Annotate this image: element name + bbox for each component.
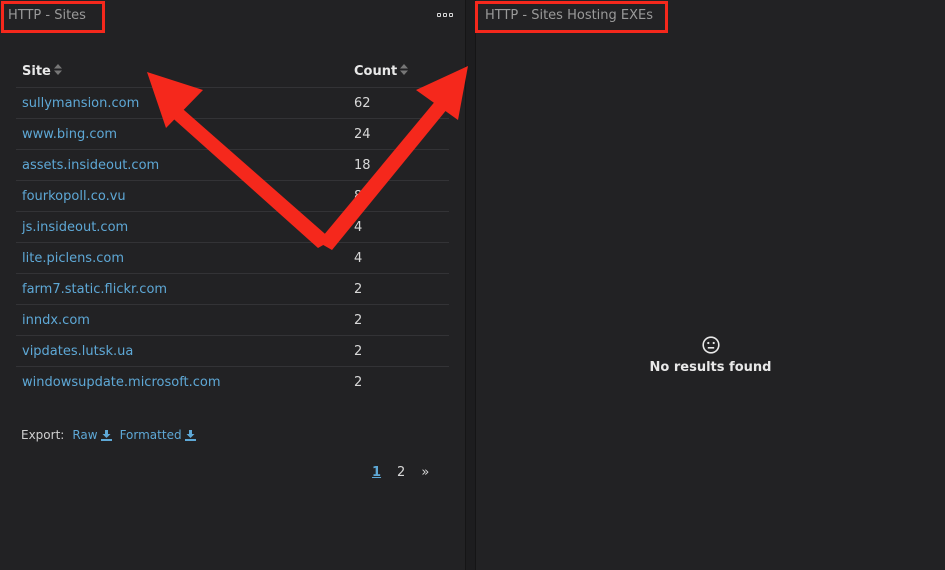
count-cell: 18 [348,149,449,181]
site-link[interactable]: inndx.com [22,313,90,328]
sort-icon [53,64,62,79]
site-cell: inndx.com [16,304,348,336]
export-bar: Export: Raw Formatted [21,428,196,442]
count-cell: 62 [348,87,449,119]
no-results-message: No results found [649,360,772,375]
site-link[interactable]: farm7.static.flickr.com [22,282,167,297]
column-header-label: Site [22,64,51,79]
site-link[interactable]: lite.piclens.com [22,251,124,266]
count-cell: 2 [348,335,449,367]
site-link[interactable]: fourkopoll.co.vu [22,189,126,204]
export-raw-label: Raw [72,428,98,442]
count-cell: 2 [354,374,363,390]
table-row: farm7.static.flickr.com 2 [16,273,449,305]
empty-state: No results found [476,336,945,375]
table-row: vipdates.lutsk.ua 2 [16,335,449,367]
site-cell: farm7.static.flickr.com [16,273,348,305]
site-link[interactable]: www.bing.com [22,127,117,142]
site-cell: windowsupdate.microsoft.com [16,367,348,398]
site-link[interactable]: vipdates.lutsk.ua [22,344,133,359]
download-icon [184,429,196,441]
sites-table: Site Count sullymansion.com 62 www.bing.co… [16,56,449,397]
next-page-link[interactable]: » [421,465,429,480]
site-cell: www.bing.com [16,118,348,150]
count-cell: 8 [348,180,449,212]
table-row: fourkopoll.co.vu 8 [16,180,449,212]
table-row: sullymansion.com 62 [16,87,449,119]
site-cell: vipdates.lutsk.ua [16,335,348,367]
site-cell: fourkopoll.co.vu [16,180,348,212]
site-link[interactable]: js.insideout.com [22,220,128,235]
count-cell: 24 [348,118,449,150]
count-cell: 2 [348,304,449,336]
http-sites-panel: HTTP - Sites Site Count sullymansion.com… [0,0,466,570]
export-formatted-link[interactable]: Formatted [120,428,196,442]
site-column-header[interactable]: Site [16,56,348,88]
table-body: sullymansion.com 62 www.bing.com 24 assets.i… [16,87,449,398]
count-column-header[interactable]: Count [348,56,449,88]
site-link[interactable]: windowsupdate.microsoft.com [22,375,221,390]
panel-title: HTTP - Sites [8,8,86,23]
sort-icon [400,64,409,79]
panel-title: HTTP - Sites Hosting EXEs [485,8,654,23]
table-row: www.bing.com 24 [16,118,449,150]
more-options-icon[interactable] [437,13,455,19]
table-row: windowsupdate.microsoft.com 2 [16,367,449,398]
table-row: js.insideout.com 4 [16,211,449,243]
table-row: assets.insideout.com 18 [16,149,449,181]
site-link[interactable]: sullymansion.com [22,96,139,111]
table-row: lite.piclens.com 4 [16,242,449,274]
site-cell: js.insideout.com [16,211,348,243]
download-icon [100,429,112,441]
http-sites-hosting-exes-panel: HTTP - Sites Hosting EXEs No results fou… [475,0,945,570]
count-cell: 4 [348,211,449,243]
export-label: Export: [21,428,65,442]
site-cell: sullymansion.com [16,87,348,119]
column-header-label: Count [354,64,398,79]
page-2-link[interactable]: 2 [397,465,405,480]
neutral-face-icon [701,336,720,354]
table-row: inndx.com 2 [16,304,449,336]
page-1-link[interactable]: 1 [372,465,381,480]
table-header-row: Site Count [16,56,449,88]
site-cell: lite.piclens.com [16,242,348,274]
site-cell: assets.insideout.com [16,149,348,181]
pagination: 1 2 » [372,465,429,480]
count-cell: 2 [348,273,449,305]
site-link[interactable]: assets.insideout.com [22,158,159,173]
export-raw-link[interactable]: Raw [72,428,112,442]
export-formatted-label: Formatted [119,428,182,442]
count-cell: 4 [348,242,449,274]
